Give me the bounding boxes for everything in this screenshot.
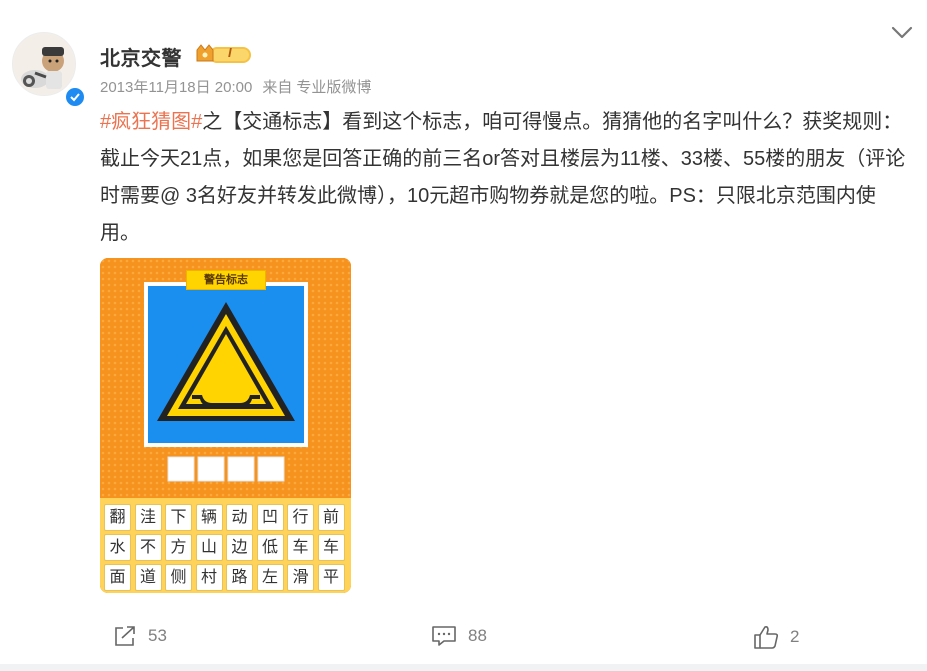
char-tile: 洼 — [134, 504, 162, 531]
post-image[interactable]: 警告标志 翻洼下辆动凹行前水不方山边低车车面道侧村路左滑平 — [100, 258, 351, 593]
comment-count: 88 — [468, 626, 487, 645]
verified-icon — [64, 86, 86, 108]
topic-link[interactable]: #疯狂猜图# — [100, 111, 202, 133]
repost-button[interactable]: 53 — [112, 624, 167, 648]
char-tile: 边 — [226, 534, 253, 561]
like-icon — [754, 626, 779, 649]
author-avatar[interactable] — [12, 32, 76, 96]
char-tile: 不 — [134, 534, 162, 561]
vip-crown-icon[interactable]: I — [195, 43, 255, 70]
comment-icon — [432, 626, 456, 646]
author-name[interactable]: 北京交警 — [100, 42, 182, 71]
repost-count: 53 — [148, 626, 167, 645]
post-text: #疯狂猜图#之【交通标志】看到这个标志，咱可得慢点。猜猜他的名字叫什么？获奖规则… — [100, 104, 912, 252]
char-tile: 面 — [104, 564, 131, 591]
char-tile: 辆 — [195, 504, 223, 531]
repost-icon — [115, 626, 135, 646]
char-tile: 路 — [226, 564, 253, 591]
char-tile: 村 — [195, 564, 223, 591]
post-body: 之【交通标志】看到这个标志，咱可得慢点。猜猜他的名字叫什么？获奖规则：截止今天2… — [100, 111, 906, 244]
weibo-post-card: 北京交警 I 2013年11月18日 20:00 来自 专业版微博 #疯狂猜图#之【… — [0, 0, 927, 671]
char-tile: 山 — [195, 534, 223, 561]
char-tile: 动 — [226, 504, 253, 531]
post-timestamp[interactable]: 2013年11月18日 20:00 — [100, 79, 252, 96]
char-tile: 水 — [104, 534, 131, 561]
char-tile: 侧 — [165, 564, 192, 591]
expand-chevron-icon[interactable] — [890, 22, 914, 42]
char-tile: 道 — [134, 564, 162, 591]
char-tile: 行 — [287, 504, 314, 531]
image-header-label: 警告标志 — [186, 270, 266, 290]
char-tile: 车 — [317, 534, 345, 561]
like-button[interactable]: 2 — [752, 624, 799, 650]
char-tile: 凹 — [256, 504, 284, 531]
char-tile: 下 — [165, 504, 192, 531]
like-count: 2 — [790, 627, 800, 646]
action-bar: 53 88 2 — [0, 620, 927, 656]
char-tile: 滑 — [287, 564, 314, 591]
post-meta: 2013年11月18日 20:00 来自 专业版微博 — [100, 76, 381, 97]
char-tile: 车 — [287, 534, 314, 561]
bottom-divider — [0, 664, 927, 671]
char-tile: 翻 — [104, 504, 131, 531]
post-source: 专业版微博 — [296, 79, 372, 96]
source-prefix: 来自 — [262, 79, 293, 96]
char-tile: 平 — [317, 564, 345, 591]
char-tile: 前 — [317, 504, 345, 531]
char-tile: 左 — [256, 564, 284, 591]
char-tile: 低 — [256, 534, 284, 561]
char-tile: 方 — [165, 534, 192, 561]
vip-level: I — [228, 45, 232, 60]
comment-button[interactable]: 88 — [430, 624, 487, 648]
char-grid: 翻洼下辆动凹行前水不方山边低车车面道侧村路左滑平 — [104, 504, 348, 591]
